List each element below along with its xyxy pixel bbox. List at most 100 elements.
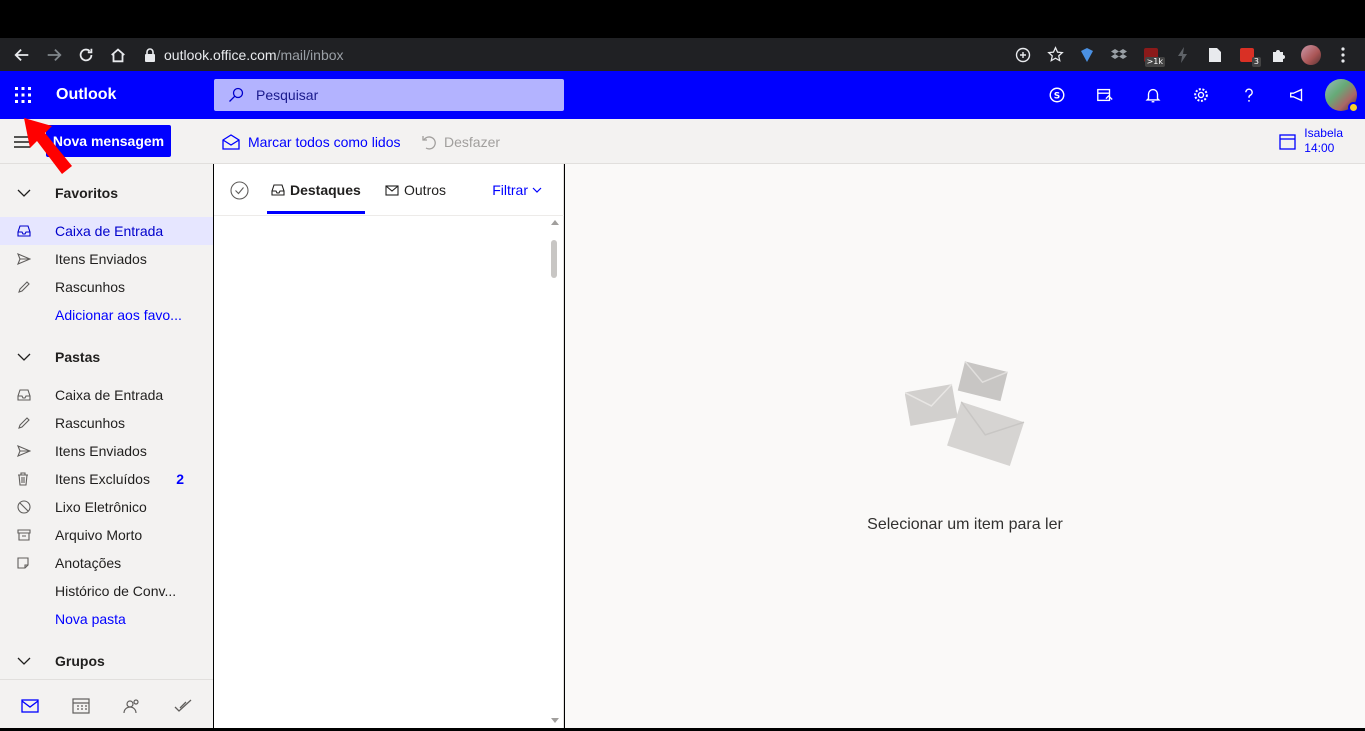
note-icon — [0, 557, 55, 569]
mark-all-read-label: Marcar todos como lidos — [248, 133, 401, 150]
inbox-icon — [0, 389, 55, 401]
browser-toolbar: outlook.office.com/mail/inbox >1k 3 — [0, 38, 1365, 71]
undo-icon — [422, 135, 436, 150]
nav-item-label: Rascunhos — [55, 279, 126, 295]
send-icon — [0, 253, 55, 265]
user-avatar[interactable] — [1325, 79, 1359, 113]
favorites-header[interactable]: Favoritos — [0, 179, 213, 207]
inbox-icon — [0, 225, 55, 237]
chevron-down-icon — [0, 352, 55, 362]
header-actions: S — [1033, 71, 1365, 119]
folder-drafts[interactable]: Rascunhos — [0, 409, 213, 437]
calendar-widget[interactable]: Isabela 14:00 — [1279, 126, 1343, 156]
undo-button[interactable]: Desfazer — [420, 119, 500, 164]
empty-reading-pane-message: Selecionar um item para ler — [867, 516, 1063, 533]
folder-sent[interactable]: Itens Enviados — [0, 437, 213, 465]
mark-all-read-button[interactable]: Marcar todos como lidos — [222, 119, 401, 164]
undo-label: Desfazer — [444, 133, 501, 150]
forward-icon[interactable] — [38, 38, 70, 71]
calendar-event-time: 14:00 — [1304, 141, 1335, 155]
calendar-extension-icon[interactable]: 3 — [1231, 38, 1263, 71]
red-arrow-annotation — [24, 118, 72, 174]
chevron-down-icon — [0, 656, 55, 666]
message-list: Destaques Outros Filtrar — [214, 164, 564, 731]
dropbox-icon[interactable] — [1103, 38, 1135, 71]
inbox-icon — [271, 184, 285, 196]
reload-icon[interactable] — [70, 38, 102, 71]
groups-header[interactable]: Grupos — [0, 647, 213, 675]
todo-icon[interactable] — [163, 686, 203, 726]
folder-junk[interactable]: Lixo Eletrônico — [0, 493, 213, 521]
message-list-scrollbar[interactable] — [548, 216, 563, 731]
app-name[interactable]: Outlook — [56, 86, 214, 104]
add-favorite-link[interactable]: Adicionar aos favo... — [0, 301, 213, 329]
command-bar: Nova mensagem Marcar todos como lidos De… — [0, 119, 1365, 164]
gear-icon[interactable] — [1177, 71, 1225, 119]
folders-header[interactable]: Pastas — [0, 343, 213, 371]
skype-icon[interactable]: S — [1033, 71, 1081, 119]
scrollbar-thumb[interactable] — [551, 240, 557, 278]
calendar-icon[interactable] — [61, 686, 101, 726]
favorite-drafts[interactable]: Rascunhos — [0, 273, 213, 301]
scroll-up-icon[interactable] — [551, 220, 559, 225]
new-folder-link[interactable]: Nova pasta — [0, 605, 213, 633]
folders-label: Pastas — [55, 349, 101, 365]
profile-avatar[interactable] — [1295, 38, 1327, 71]
help-icon[interactable] — [1225, 71, 1273, 119]
mail-icon[interactable] — [10, 686, 50, 726]
nav-item-label: Caixa de Entrada — [55, 387, 164, 403]
search-icon — [228, 87, 244, 103]
scroll-down-icon[interactable] — [551, 718, 559, 723]
pencil-icon — [0, 280, 55, 294]
search-box[interactable] — [214, 79, 564, 111]
bitwarden-icon[interactable] — [1071, 38, 1103, 71]
nav-item-label: Itens Excluídos — [55, 471, 150, 487]
unread-count: 2 — [176, 471, 184, 487]
message-list-header: Destaques Outros Filtrar — [214, 164, 564, 216]
url-path: /mail/inbox — [276, 46, 344, 63]
people-icon[interactable] — [112, 686, 152, 726]
folder-notes[interactable]: Anotações — [0, 549, 213, 577]
nav-item-label: Histórico de Conv... — [55, 583, 177, 599]
url-host: outlook.office.com — [164, 46, 277, 63]
back-icon[interactable] — [6, 38, 38, 71]
bell-icon[interactable] — [1129, 71, 1177, 119]
favorite-inbox[interactable]: Caixa de Entrada — [0, 217, 213, 245]
address-bar[interactable]: outlook.office.com/mail/inbox — [164, 47, 344, 63]
folder-conversation-history[interactable]: Histórico de Conv... — [0, 577, 213, 605]
tab-focused-label: Destaques — [290, 182, 361, 198]
my-day-icon[interactable] — [1081, 71, 1129, 119]
pdf-extension-icon[interactable]: >1k — [1135, 38, 1167, 71]
folder-archive[interactable]: Arquivo Morto — [0, 521, 213, 549]
more-menu-icon[interactable] — [1327, 38, 1359, 71]
lock-icon[interactable] — [144, 47, 156, 62]
bookmark-star-icon[interactable] — [1039, 38, 1071, 71]
envelope-open-icon — [222, 133, 240, 150]
document-icon[interactable] — [1199, 38, 1231, 71]
home-icon[interactable] — [102, 38, 134, 71]
presence-badge — [1348, 102, 1359, 113]
filter-label: Filtrar — [492, 182, 528, 198]
nav-item-label: Arquivo Morto — [55, 527, 143, 543]
flash-icon[interactable] — [1167, 38, 1199, 71]
folder-inbox[interactable]: Caixa de Entrada — [0, 381, 213, 409]
select-all-icon[interactable] — [230, 181, 249, 205]
search-input[interactable] — [256, 87, 536, 103]
tab-focused[interactable]: Destaques — [267, 164, 365, 216]
chevron-down-icon — [0, 188, 55, 198]
screen-top-bar — [0, 0, 1365, 38]
folder-deleted[interactable]: Itens Excluídos 2 — [0, 465, 213, 493]
calendar-event-name: Isabela — [1304, 126, 1343, 140]
extension-badge: 3 — [1251, 57, 1261, 67]
chevron-down-icon — [532, 187, 542, 193]
tab-other[interactable]: Outros — [385, 164, 446, 216]
favorite-sent[interactable]: Itens Enviados — [0, 245, 213, 273]
puzzle-icon[interactable] — [1263, 38, 1295, 71]
filter-button[interactable]: Filtrar — [492, 164, 542, 216]
calendar-icon — [1279, 133, 1296, 150]
add-page-icon[interactable] — [1007, 38, 1039, 71]
envelopes-illustration — [905, 360, 1025, 466]
nav-item-label: Lixo Eletrônico — [55, 499, 147, 515]
megaphone-icon[interactable] — [1273, 71, 1321, 119]
nav-item-label: Itens Enviados — [55, 443, 147, 459]
